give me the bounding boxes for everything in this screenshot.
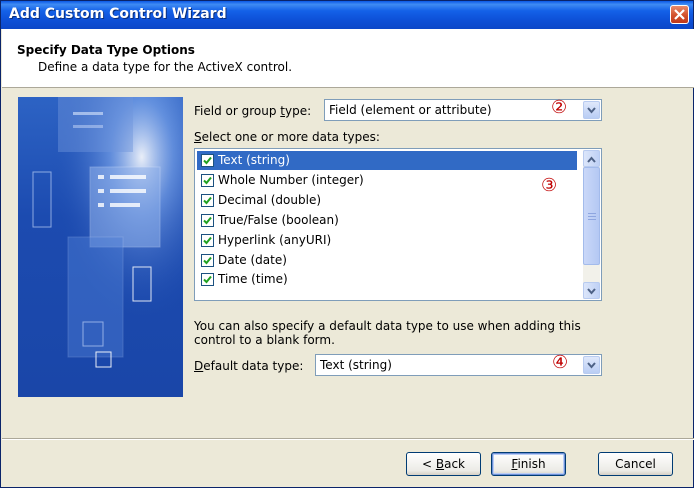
scroll-up-button[interactable] bbox=[583, 150, 600, 167]
checkbox[interactable] bbox=[201, 154, 214, 167]
list-item-label: Whole Number (integer) bbox=[218, 172, 364, 187]
back-button[interactable]: < Back bbox=[406, 452, 481, 476]
wizard-window: Add Custom Control Wizard Specify Data T… bbox=[0, 0, 694, 488]
field-type-dropdown-button[interactable] bbox=[583, 101, 600, 119]
chevron-up-icon bbox=[587, 156, 596, 163]
list-item-label: True/False (boolean) bbox=[218, 212, 339, 227]
list-item-label: Date (date) bbox=[218, 252, 287, 267]
chevron-down-icon bbox=[587, 288, 596, 295]
page-subtitle: Define a data type for the ActiveX contr… bbox=[38, 60, 293, 74]
list-item[interactable]: Time (time) bbox=[197, 270, 577, 289]
data-types-list[interactable]: Text (string) Whole Number (integer) Decim… bbox=[194, 148, 602, 301]
default-type-dropdown-button[interactable] bbox=[583, 356, 600, 374]
field-type-dropdown[interactable]: Field (element or attribute) ② bbox=[324, 97, 602, 121]
list-item[interactable]: Date (date) bbox=[197, 251, 577, 270]
list-item-label: Text (string) bbox=[218, 153, 290, 167]
page-title: Specify Data Type Options bbox=[17, 43, 195, 57]
chevron-down-icon bbox=[587, 362, 596, 369]
default-type-hint-line1: You can also specify a default data type… bbox=[194, 319, 581, 333]
default-type-label: Default data type: bbox=[194, 359, 304, 373]
scroll-down-button[interactable] bbox=[583, 282, 600, 299]
list-item[interactable]: Hyperlink (anyURI) bbox=[197, 231, 577, 250]
data-types-label: Select one or more data types: bbox=[194, 130, 380, 144]
list-item[interactable]: Text (string) bbox=[197, 151, 577, 170]
default-type-dropdown[interactable]: Text (string) ④ bbox=[315, 352, 602, 376]
default-type-value: Text (string) bbox=[320, 358, 392, 372]
close-icon bbox=[674, 9, 685, 20]
marker-3: ③ bbox=[541, 175, 558, 196]
checkmark-icon bbox=[203, 176, 212, 185]
list-item-label: Time (time) bbox=[218, 272, 288, 287]
scroll-thumb[interactable] bbox=[583, 167, 600, 265]
title-bar[interactable]: Add Custom Control Wizard bbox=[1, 1, 693, 29]
close-button[interactable] bbox=[670, 5, 689, 24]
list-item[interactable]: Whole Number (integer) bbox=[197, 171, 577, 190]
checkbox[interactable] bbox=[201, 173, 214, 187]
window-title: Add Custom Control Wizard bbox=[9, 6, 227, 22]
checkmark-icon bbox=[203, 276, 212, 284]
checkbox[interactable] bbox=[201, 213, 214, 227]
checkbox[interactable] bbox=[201, 193, 214, 207]
checkbox[interactable] bbox=[201, 273, 214, 287]
checkbox[interactable] bbox=[201, 233, 214, 247]
checkbox[interactable] bbox=[201, 253, 214, 267]
checkmark-icon bbox=[203, 236, 212, 245]
cancel-button[interactable]: Cancel bbox=[598, 452, 673, 476]
wizard-side-banner bbox=[18, 97, 183, 397]
checkmark-icon bbox=[203, 156, 212, 165]
finish-button[interactable]: Finish bbox=[491, 452, 566, 476]
wizard-header: Specify Data Type Options Define a data … bbox=[2, 29, 694, 88]
list-item-label: Decimal (double) bbox=[218, 192, 322, 207]
checkmark-icon bbox=[203, 256, 212, 264]
field-type-label: Field or group type: bbox=[194, 104, 312, 118]
grip-line bbox=[588, 216, 596, 217]
field-type-value: Field (element or attribute) bbox=[329, 103, 492, 117]
chevron-down-icon bbox=[587, 107, 596, 114]
list-scrollbar[interactable] bbox=[583, 150, 600, 299]
default-type-hint-line2: control to a blank form. bbox=[194, 333, 335, 347]
grip-line bbox=[588, 213, 596, 214]
checkmark-icon bbox=[203, 196, 212, 205]
list-item[interactable]: Decimal (double) bbox=[197, 191, 577, 210]
marker-2: ② bbox=[551, 97, 568, 118]
marker-4: ④ bbox=[552, 352, 569, 373]
list-item-label: Hyperlink (anyURI) bbox=[218, 232, 332, 247]
checkmark-icon bbox=[203, 216, 212, 225]
list-item[interactable]: True/False (boolean) bbox=[197, 211, 577, 230]
footer-separator bbox=[2, 438, 694, 440]
banner-graphic-icon bbox=[18, 97, 183, 397]
grip-line bbox=[588, 219, 596, 220]
